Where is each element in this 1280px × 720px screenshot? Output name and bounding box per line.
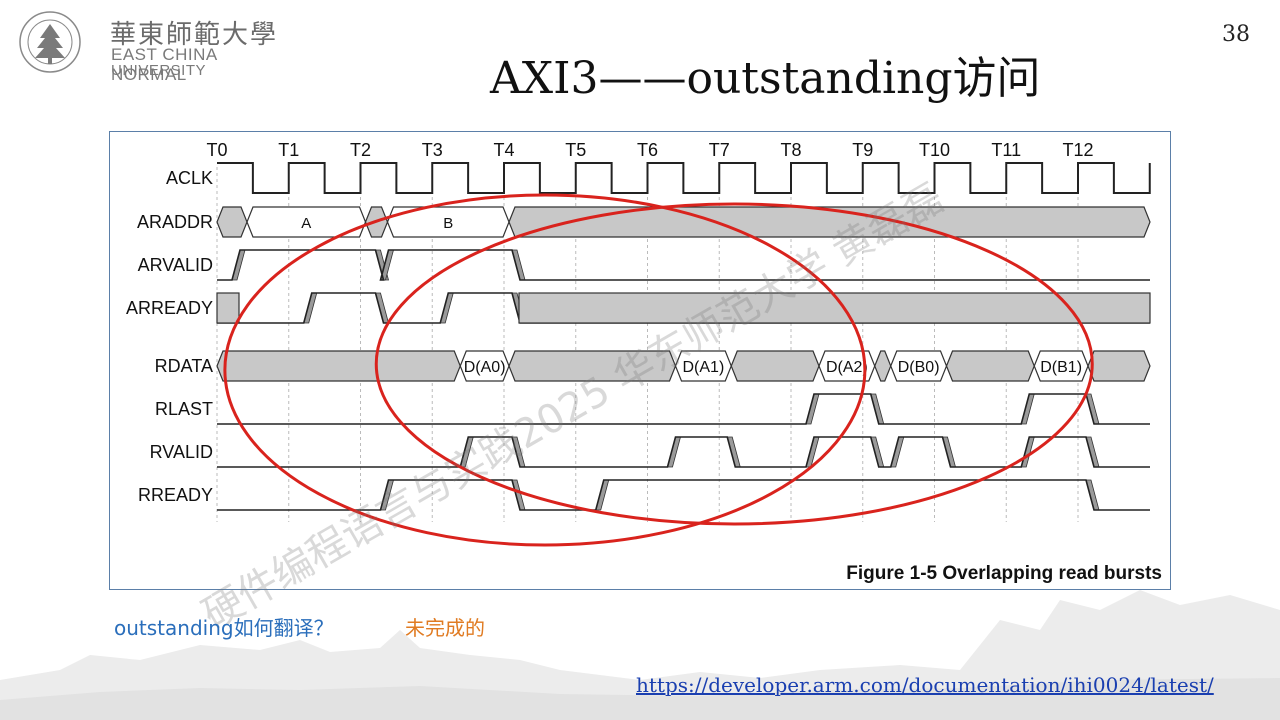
signal-label-rlast: RLAST [155, 399, 213, 419]
signal-label-rready: RREADY [138, 485, 213, 505]
time-label-T3: T3 [422, 140, 443, 160]
arvalid-waveform [217, 249, 1150, 281]
rvalid-waveform [217, 436, 1150, 468]
page-number: 38 [1222, 22, 1250, 47]
araddr-segment [216, 206, 248, 238]
rdata-segment [508, 350, 677, 382]
time-label-T12: T12 [1062, 140, 1093, 160]
note-answer: 未完成的 [405, 616, 485, 640]
time-label-T11: T11 [991, 140, 1021, 160]
signal-label-araddr: ARADDR [137, 212, 213, 232]
rlast-waveform [217, 393, 1150, 425]
rready-waveform [217, 479, 1150, 511]
university-logo: 華東師範大學 EAST CHINA NORMAL UNIVERSITY [14, 6, 294, 84]
timing-diagram: T0 T1 T2 T3 T4 T5 T6 T7 T8 T9 T10 T11 T12 ACLK ARADDR A… [126, 140, 1151, 547]
time-label-T4: T4 [493, 140, 514, 160]
timing-diagram-figure: T0 T1 T2 T3 T4 T5 T6 T7 T8 T9 T10 T11 T12 ACLK ARADDR A… [109, 131, 1171, 590]
rdata-value: D(B0) [898, 359, 940, 376]
signal-label-rdata: RDATA [155, 356, 213, 376]
time-label-T1: T1 [278, 140, 299, 160]
signal-label-arvalid: ARVALID [138, 255, 213, 275]
signal-label-rvalid: RVALID [150, 442, 213, 462]
time-label-T10: T10 [919, 140, 950, 160]
time-label-T6: T6 [637, 140, 658, 160]
note-question: outstanding如何翻译？ [114, 616, 334, 640]
time-label-T5: T5 [565, 140, 586, 160]
rdata-segment [945, 350, 1035, 382]
rdata-value: D(A1) [682, 359, 724, 376]
signal-label-aclk: ACLK [166, 168, 213, 188]
logo-english-line2: UNIVERSITY [111, 62, 207, 79]
aclk-waveform [217, 162, 1151, 194]
araddr-value: B [443, 215, 453, 232]
time-label-T9: T9 [852, 140, 873, 160]
rdata-segment [730, 350, 820, 382]
arready-dontcare-start [216, 292, 240, 324]
rdata-segment [874, 350, 892, 382]
rdata-segment [1087, 350, 1151, 382]
reference-link[interactable]: https://developer.arm.com/documentation/… [636, 673, 1214, 697]
signal-label-arready: ARREADY [126, 298, 213, 318]
rdata-value: D(A0) [464, 359, 506, 376]
tree-seal-icon [19, 11, 81, 73]
slide-title: AXI3——outstanding访问 [490, 53, 1041, 104]
figure-caption: Figure 1-5 Overlapping read bursts [846, 563, 1162, 584]
rdata-value: D(B1) [1040, 359, 1082, 376]
araddr-segment [508, 206, 1151, 238]
time-label-T7: T7 [709, 140, 730, 160]
rdata-segment [216, 350, 461, 382]
time-label-T2: T2 [350, 140, 371, 160]
time-label-T0: T0 [206, 140, 227, 160]
rdata-value: D(A2) [826, 359, 868, 376]
time-label-T8: T8 [780, 140, 801, 160]
araddr-value: A [301, 215, 311, 232]
